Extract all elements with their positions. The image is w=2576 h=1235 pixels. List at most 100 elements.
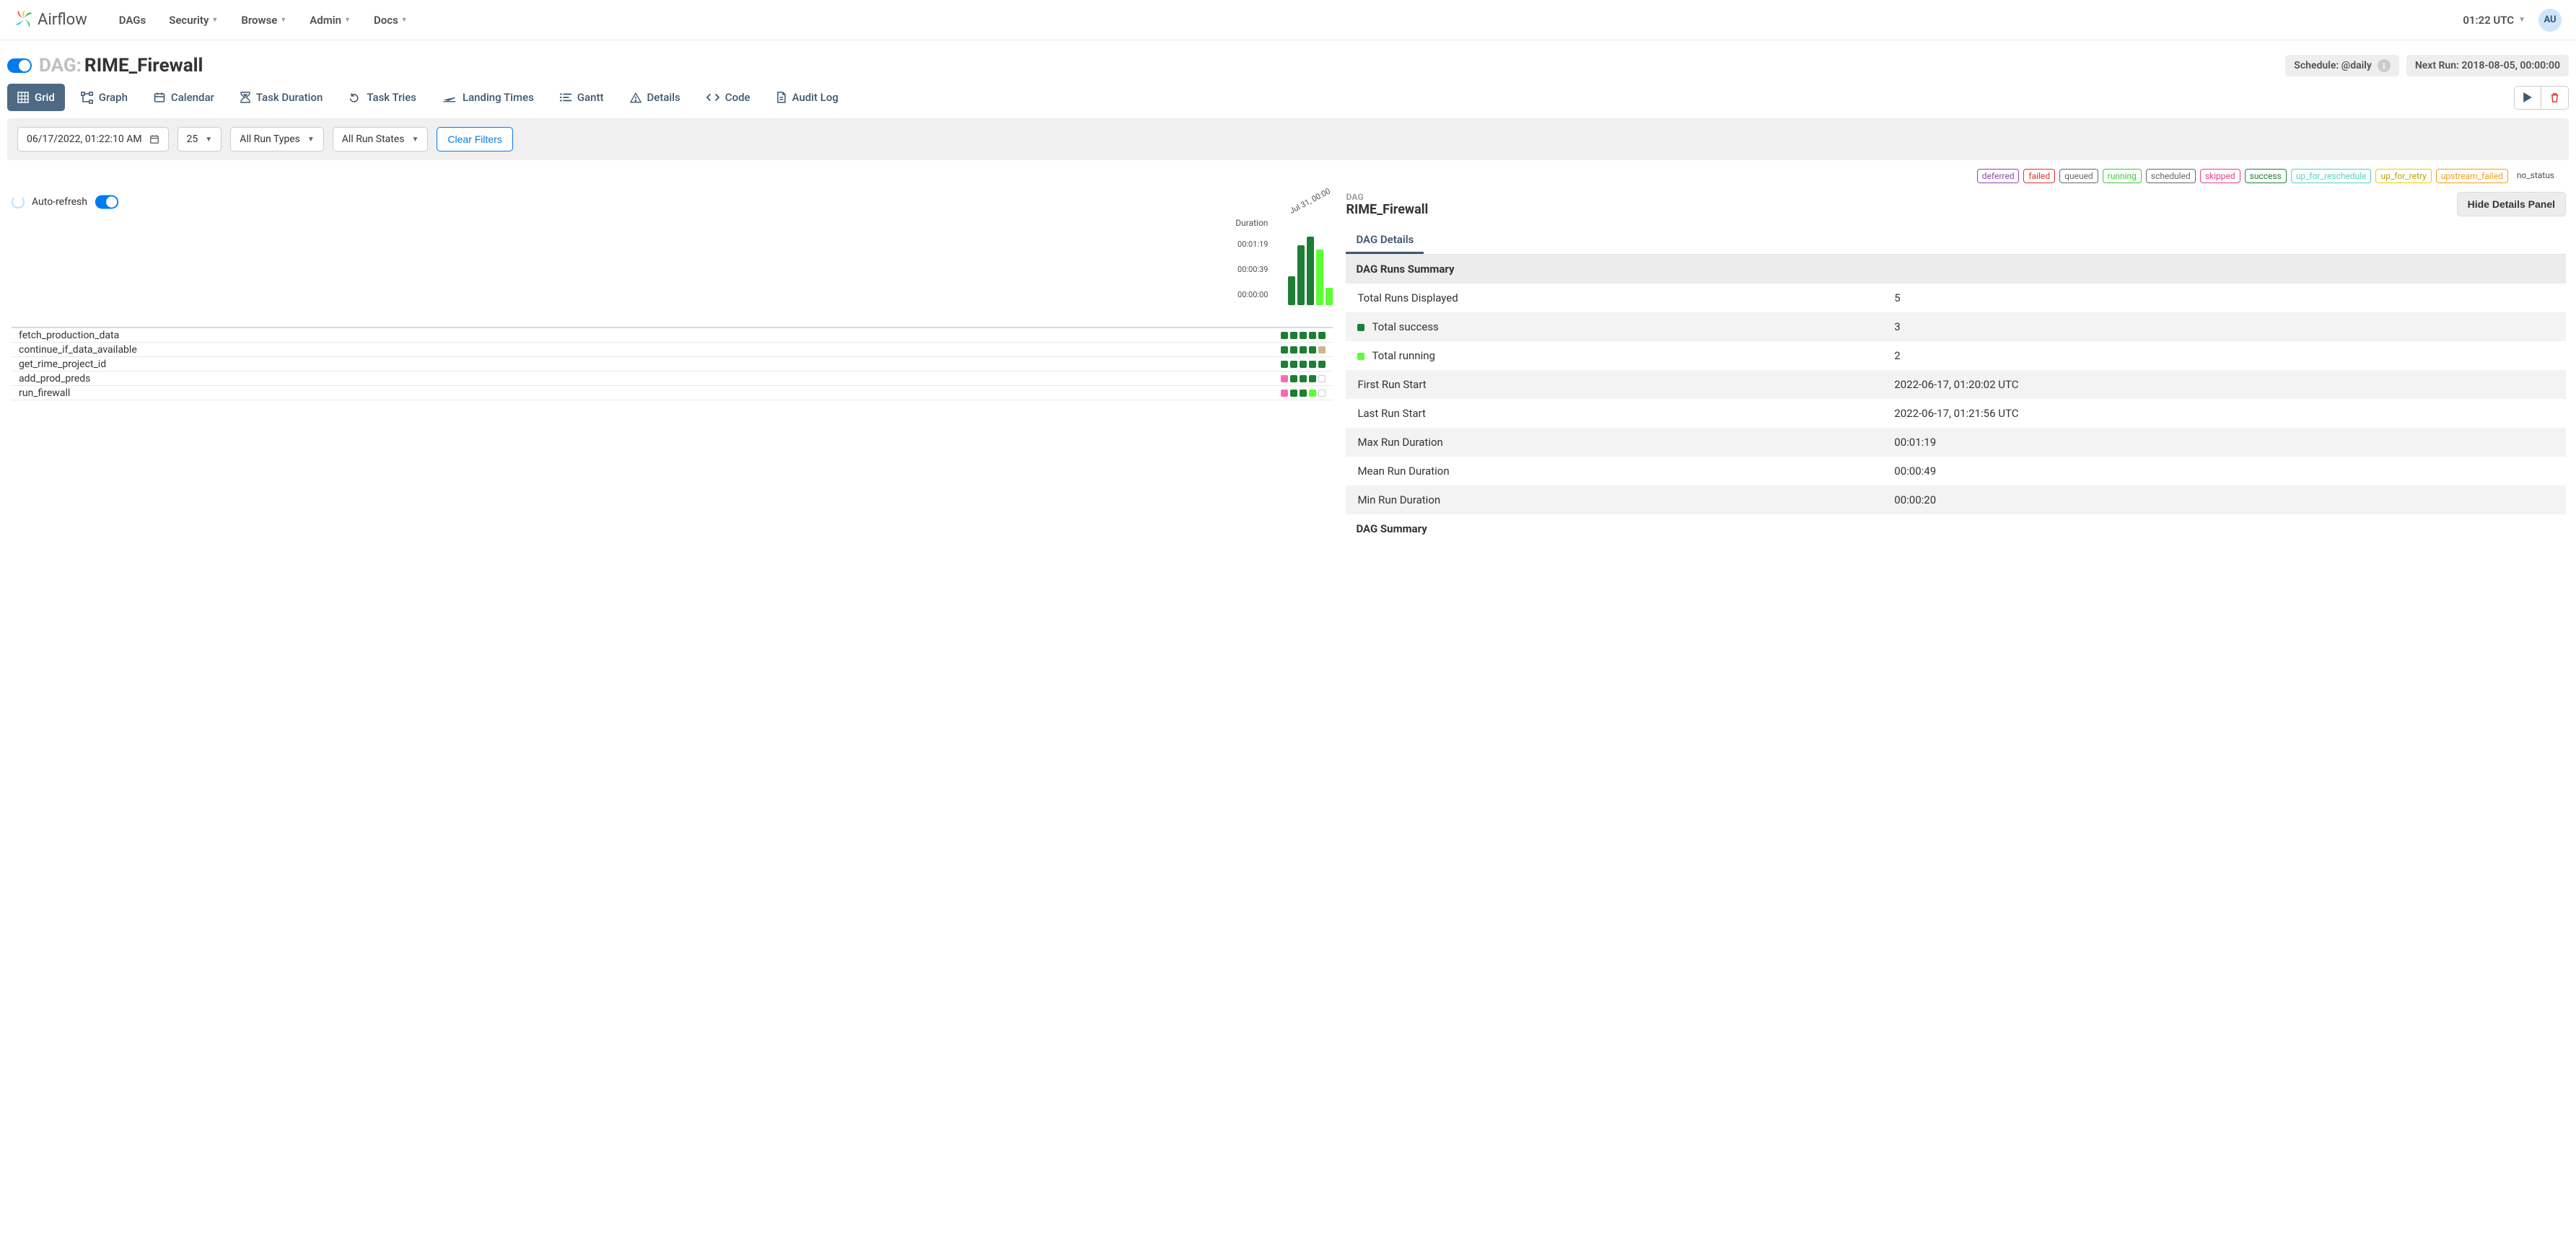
task-instance-cell[interactable]: [1309, 346, 1316, 353]
nav-docs[interactable]: Docs▼: [364, 8, 418, 32]
legend-up-for-retry[interactable]: up_for_retry: [2375, 169, 2431, 183]
task-instance-cell[interactable]: [1309, 390, 1316, 397]
filter-run-states[interactable]: All Run States ▼: [333, 127, 429, 151]
task-name[interactable]: continue_if_data_available: [12, 344, 1281, 356]
run-button[interactable]: [2515, 87, 2541, 109]
task-instance-cell[interactable]: [1281, 390, 1288, 397]
legend-success[interactable]: success: [2245, 169, 2287, 183]
task-name[interactable]: run_firewall: [12, 387, 1281, 399]
gantt-icon: [560, 92, 571, 102]
nav-dags[interactable]: DAGs: [109, 8, 156, 32]
run-bar[interactable]: [1288, 276, 1295, 306]
legend-running[interactable]: running: [2103, 169, 2142, 183]
task-instance-cell[interactable]: [1281, 332, 1288, 339]
legend-queued[interactable]: queued: [2059, 169, 2098, 183]
task-instance-cell[interactable]: [1300, 346, 1307, 353]
airflow-pinwheel-icon: [14, 9, 33, 31]
nav-admin[interactable]: Admin▼: [299, 8, 361, 32]
chevron-down-icon: ▼: [412, 136, 419, 144]
tab-task-tries[interactable]: Task Tries: [338, 84, 426, 111]
row-value: 00:01:19: [1883, 428, 2566, 457]
task-instance-cell[interactable]: [1300, 332, 1307, 339]
nav-items: DAGs Security▼ Browse▼ Admin▼ Docs▼: [109, 8, 418, 32]
task-instance-cell[interactable]: [1290, 332, 1297, 339]
task-instance-cell[interactable]: [1290, 346, 1297, 353]
legend-scheduled[interactable]: scheduled: [2146, 169, 2196, 183]
task-instance-cell[interactable]: [1309, 332, 1316, 339]
run-bar[interactable]: [1297, 245, 1305, 305]
legend-skipped[interactable]: skipped: [2200, 169, 2240, 183]
hide-details-button[interactable]: Hide Details Panel: [2457, 192, 2566, 216]
task-instance-cell[interactable]: [1300, 361, 1307, 368]
legend-up-for-reschedule[interactable]: up_for_reschedule: [2291, 169, 2372, 183]
task-cells: [1281, 332, 1333, 339]
legend-failed[interactable]: failed: [2023, 169, 2055, 183]
task-instance-cell[interactable]: [1300, 390, 1307, 397]
task-cells: [1281, 375, 1333, 382]
task-instance-cell[interactable]: [1318, 346, 1326, 353]
row-label: First Run Start: [1346, 370, 1883, 399]
clock[interactable]: 01:22 UTC ▼: [2463, 14, 2525, 27]
chevron-down-icon: ▼: [211, 16, 218, 24]
page-title: RIME_Firewall: [84, 55, 203, 76]
tab-graph[interactable]: Graph: [71, 84, 138, 111]
legend-deferred[interactable]: deferred: [1977, 169, 2020, 183]
tab-grid[interactable]: Grid: [7, 84, 65, 111]
tab-landing-times[interactable]: Landing Times: [432, 84, 544, 111]
chevron-down-icon: ▼: [205, 136, 212, 144]
next-run-pill[interactable]: Next Run: 2018-08-05, 00:00:00: [2406, 55, 2569, 76]
legend-upstream-failed[interactable]: upstream_failed: [2436, 169, 2508, 183]
tab-task-duration[interactable]: Task Duration: [230, 84, 333, 111]
task-instance-cell[interactable]: [1281, 375, 1288, 382]
dag-label: DAG:: [39, 55, 82, 76]
filter-date[interactable]: 06/17/2022, 01:22:10 AM: [17, 127, 169, 151]
chart-tick: 00:01:19: [1235, 239, 1268, 249]
task-instance-cell[interactable]: [1309, 375, 1316, 382]
hourglass-icon: [240, 92, 250, 103]
run-bar[interactable]: [1307, 237, 1314, 305]
clear-filters-button[interactable]: Clear Filters: [437, 127, 512, 151]
task-name[interactable]: fetch_production_data: [12, 330, 1281, 341]
dag-toggle[interactable]: [7, 58, 32, 73]
task-instance-cell[interactable]: [1318, 390, 1326, 397]
legend-no-status[interactable]: no_status: [2513, 169, 2559, 183]
task-instance-cell[interactable]: [1300, 375, 1307, 382]
main: Auto-refresh Duration 00:01:19 00:00:39 …: [0, 188, 2576, 558]
brand[interactable]: Airflow: [14, 9, 87, 31]
status-dot-success-icon: [1357, 324, 1364, 331]
task-instance-cell[interactable]: [1318, 375, 1326, 382]
nav-browse[interactable]: Browse▼: [231, 8, 297, 32]
filter-run-types[interactable]: All Run Types ▼: [230, 127, 324, 151]
avatar[interactable]: AU: [2538, 9, 2562, 32]
autorefresh-toggle[interactable]: [95, 195, 118, 209]
run-bar[interactable]: [1316, 250, 1323, 305]
task-instance-cell[interactable]: [1290, 375, 1297, 382]
tab-details[interactable]: Details: [620, 84, 691, 111]
tab-code[interactable]: Code: [696, 84, 761, 111]
task-name[interactable]: add_prod_preds: [12, 373, 1281, 384]
filter-count[interactable]: 25 ▼: [178, 127, 222, 151]
task-name[interactable]: get_rime_project_id: [12, 359, 1281, 370]
tab-audit-log[interactable]: Audit Log: [766, 84, 849, 111]
task-instance-cell[interactable]: [1309, 361, 1316, 368]
tab-calendar[interactable]: Calendar: [144, 84, 224, 111]
schedule-pill[interactable]: Schedule: @daily i: [2285, 55, 2399, 76]
task-instance-cell[interactable]: [1281, 361, 1288, 368]
row-label: Max Run Duration: [1346, 428, 1883, 457]
run-bar[interactable]: [1326, 288, 1333, 305]
panel-title: RIME_Firewall: [1346, 202, 1428, 217]
nav-security[interactable]: Security▼: [159, 8, 228, 32]
tab-gantt[interactable]: Gantt: [550, 84, 614, 111]
retry-icon: [349, 92, 361, 103]
task-row: run_firewall: [12, 386, 1333, 400]
panel-subtabs: DAG Details: [1346, 227, 2566, 255]
subtab-dag-details[interactable]: DAG Details: [1346, 227, 1424, 254]
task-instance-cell[interactable]: [1318, 361, 1326, 368]
task-instance-cell[interactable]: [1290, 390, 1297, 397]
grid-view: Auto-refresh Duration 00:01:19 00:00:39 …: [7, 188, 1337, 558]
task-grid: fetch_production_data continue_if_data_av…: [12, 327, 1333, 400]
task-instance-cell[interactable]: [1290, 361, 1297, 368]
delete-button[interactable]: [2541, 87, 2568, 109]
task-instance-cell[interactable]: [1281, 346, 1288, 353]
task-instance-cell[interactable]: [1318, 332, 1326, 339]
